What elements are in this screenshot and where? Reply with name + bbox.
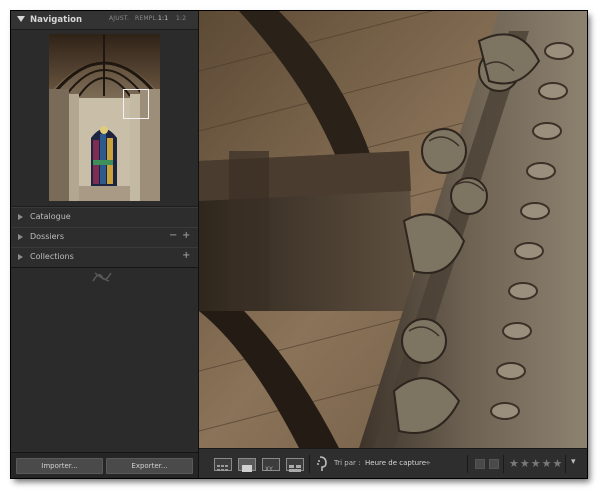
export-button[interactable]: Exporter... [106, 458, 193, 474]
navigator-header[interactable]: Navigation AJUST. REMPL. 1:1 1:2 [11, 11, 198, 30]
panel-catalogue[interactable]: Catalogue [11, 207, 198, 228]
library-toolbar: XY Tri par : Heure de capture ÷ ★★★★★ ▾ [199, 448, 587, 478]
collapse-triangle-icon[interactable] [17, 16, 25, 22]
panel-dossiers-label: Dossiers [30, 232, 64, 241]
add-folder-icon[interactable]: + [182, 230, 190, 241]
toolbar-separator [309, 455, 310, 473]
panel-collections[interactable]: Collections + [11, 247, 198, 268]
add-collection-icon[interactable]: + [182, 250, 190, 261]
import-button[interactable]: Importer... [16, 458, 103, 474]
toolbar-separator [467, 455, 468, 473]
panel-collections-label: Collections [30, 252, 74, 261]
main-image-view[interactable] [199, 11, 587, 448]
loupe-view-icon[interactable] [238, 458, 256, 472]
navigator-selection-box[interactable] [123, 89, 149, 119]
panel-end-ornament-icon [91, 269, 113, 289]
star-rating[interactable]: ★★★★★ [509, 457, 563, 470]
panel-dossiers[interactable]: Dossiers − + [11, 227, 198, 248]
sort-direction-icon[interactable]: ÷ [425, 459, 431, 467]
sort-dropdown[interactable]: Heure de capture [365, 459, 426, 467]
toolbar-menu-chevron-icon[interactable]: ▾ [571, 457, 576, 467]
zoom-fit[interactable]: AJUST. [109, 15, 129, 22]
sort-label: Tri par : [334, 459, 361, 467]
svg-text:XY: XY [265, 466, 273, 473]
navigator-title: Navigation [30, 15, 82, 25]
lightroom-window: Navigation AJUST. REMPL. 1:1 1:2 Catalog… [11, 11, 587, 478]
pick-flag-icon[interactable] [475, 459, 485, 469]
toolbar-separator [565, 455, 566, 473]
compare-view-icon[interactable]: XY [262, 458, 280, 473]
zoom-1-1[interactable]: 1:1 [158, 15, 168, 22]
zoom-fill[interactable]: REMPL. [135, 15, 158, 22]
expand-triangle-icon [18, 254, 23, 260]
navigator-preview [11, 30, 198, 207]
grid-view-icon[interactable] [214, 458, 232, 471]
expand-triangle-icon [18, 214, 23, 220]
navigator-thumbnail[interactable] [49, 34, 160, 201]
reject-flag-icon[interactable] [489, 459, 499, 469]
panel-catalogue-label: Catalogue [30, 212, 71, 221]
survey-view-icon[interactable] [286, 458, 304, 472]
painter-spray-icon[interactable] [316, 455, 330, 477]
zoom-1-2[interactable]: 1:2 [176, 15, 186, 22]
remove-folder-icon[interactable]: − [169, 230, 177, 241]
toolbar-separator [503, 455, 504, 473]
left-panel: Navigation AJUST. REMPL. 1:1 1:2 Catalog… [11, 11, 199, 478]
carved-capital-photo [199, 11, 587, 448]
import-export-bar: Importer... Exporter... [11, 452, 198, 478]
expand-triangle-icon [18, 234, 23, 240]
